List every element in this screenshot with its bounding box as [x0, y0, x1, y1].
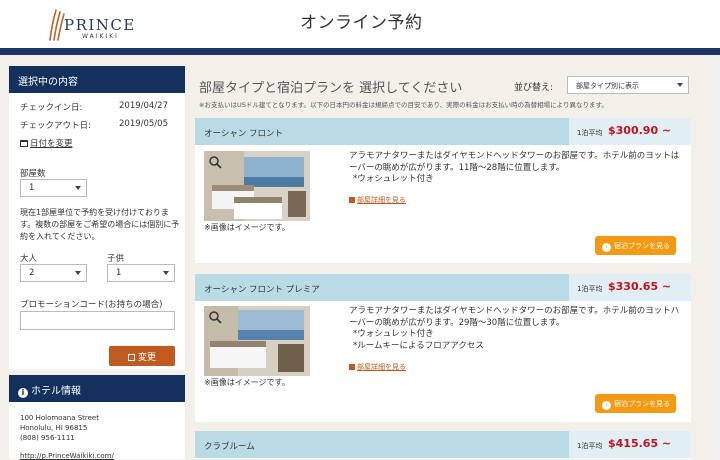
room-price: $300.90 ~ [608, 124, 672, 137]
room-name: クラブルーム [204, 442, 255, 452]
photo-caption: ※画像はイメージです。 [204, 223, 290, 232]
edit-icon [127, 354, 135, 361]
selection-panel-title: 選択中の内容 [9, 66, 185, 93]
price-box: 1泊平均 $415.65 ~ [569, 431, 691, 458]
chevron-right-icon: › [602, 243, 611, 252]
chevron-down-icon [163, 271, 169, 275]
address-line2: Honolulu, HI 96815 [20, 424, 88, 432]
room-details-label: 部屋詳細を見る [357, 363, 406, 371]
rooms-select-value: 1 [29, 183, 35, 193]
address-line1: 100 Holomoana Street [20, 414, 99, 422]
price-label: 1泊平均 [577, 442, 603, 450]
scrollbar[interactable] [710, 55, 720, 459]
chevron-down-icon [75, 271, 81, 275]
room-feature: *ウォシュレット付き [353, 174, 434, 184]
chevron-down-icon [75, 186, 81, 190]
image-icon [349, 197, 355, 203]
promo-code-input[interactable] [20, 311, 175, 330]
adults-select-value: 2 [29, 268, 35, 278]
rooms-select[interactable]: 1 [20, 179, 87, 197]
hotel-phone: (808) 956-1111 [20, 434, 75, 442]
header: PRINCE WAIKIKI オンライン予約 [0, 0, 720, 48]
room-card: オーシャン フロント 1泊平均 $300.90 ~ ※画像はイメージです。 アラ… [195, 118, 691, 263]
adults-select[interactable]: 2 [20, 264, 87, 282]
checkin-value: 2019/04/27 [119, 101, 168, 111]
header-divider [0, 48, 720, 55]
zoom-icon[interactable] [208, 155, 222, 169]
hotel-info-title: i ホテル情報 [9, 375, 185, 402]
rooms-note: 現在1部屋単位で予約を受け付けております。複数の部屋をご希望の場合には個別に予約… [20, 208, 180, 241]
room-photo[interactable] [204, 306, 310, 376]
room-name: オーシャン フロント プレミア [204, 285, 320, 295]
zoom-icon[interactable] [208, 310, 222, 324]
checkout-label: チェックアウト日: [20, 121, 91, 131]
image-icon [349, 364, 355, 370]
sort-label: 並び替え: [514, 83, 554, 93]
change-button[interactable]: 変更 [109, 346, 175, 366]
photo-caption: ※画像はイメージです。 [204, 378, 290, 387]
currency-disclaimer: ※お支払いはUSドル建てとなります。以下の日本円の料金は規締点での目安であり、実… [199, 101, 608, 109]
room-details-label: 部屋詳細を見る [357, 196, 406, 204]
calendar-icon [20, 140, 28, 147]
brand-name[interactable]: PRINCE [64, 16, 136, 34]
rooms-label: 部屋数 [20, 169, 46, 179]
main-title: 部屋タイプと宿泊プランを 選択してください [199, 81, 463, 96]
room-details-link[interactable]: 部屋詳細を見る [349, 362, 406, 372]
room-feature: *ウォシュレット付き [353, 329, 434, 339]
price-box: 1泊平均 $330.65 ~ [569, 274, 691, 301]
room-card-header: オーシャン フロント プレミア 1泊平均 $330.65 ~ [195, 274, 691, 301]
chevron-down-icon [677, 83, 683, 87]
brand-sub: WAIKIKI [82, 33, 119, 40]
room-card-header: クラブルーム 1泊平均 $415.65 ~ [195, 431, 691, 458]
room-price: $415.65 ~ [608, 437, 672, 450]
view-plans-label: 宿泊プランを見る [614, 242, 670, 250]
chevron-right-icon: › [602, 401, 611, 410]
room-card-header: オーシャン フロント 1泊平均 $300.90 ~ [195, 118, 691, 145]
price-label: 1泊平均 [577, 285, 603, 293]
sort-select-value: 部屋タイプ別に表示 [576, 82, 639, 90]
room-price: $330.65 ~ [608, 280, 672, 293]
sort-select[interactable]: 部屋タイプ別に表示 [567, 76, 689, 94]
room-desc-text: アラモアナタワーまたはダイヤモンドヘッドタワーのお部屋です。ホテル前のヨットはー… [349, 151, 680, 173]
room-card: クラブルーム 1泊平均 $415.65 ~ [195, 431, 691, 459]
price-box: 1泊平均 $300.90 ~ [569, 118, 691, 145]
change-button-label: 変更 [137, 353, 156, 363]
children-label: 子供 [107, 254, 125, 264]
room-details-link[interactable]: 部屋詳細を見る [349, 195, 406, 205]
view-plans-label: 宿泊プランを見る [614, 400, 670, 408]
page-title: オンライン予約 [300, 13, 423, 33]
view-plans-button[interactable]: › 宿泊プランを見る [595, 236, 676, 255]
adults-label: 大人 [20, 254, 38, 264]
room-description: アラモアナタワーまたはダイヤモンドヘッドタワーのお部屋です。ホテル前のヨットハー… [349, 306, 682, 352]
price-label: 1泊平均 [577, 129, 603, 137]
view-plans-button[interactable]: › 宿泊プランを見る [595, 394, 676, 413]
checkout-value: 2019/05/05 [119, 119, 168, 129]
room-name: オーシャン フロント [204, 129, 284, 139]
room-description: アラモアナタワーまたはダイヤモンドヘッドタワーのお部屋です。ホテル前のヨットはー… [349, 151, 682, 186]
room-feature: *ルームキーによるフロアアクセス [353, 340, 484, 351]
promo-label: プロモーションコード(お持ちの場合) [20, 300, 163, 310]
room-desc-text: アラモアナタワーまたはダイヤモンドヘッドタワーのお部屋です。ホテル前のヨットハー… [349, 306, 680, 328]
hotel-info-label: ホテル情報 [31, 386, 81, 397]
children-select-value: 1 [116, 268, 122, 278]
room-photo[interactable] [204, 151, 310, 221]
children-select[interactable]: 1 [107, 264, 175, 282]
checkin-label: チェックイン日: [20, 103, 83, 113]
room-card: オーシャン フロント プレミア 1泊平均 $330.65 ~ ※画像はイメージで… [195, 274, 691, 422]
change-dates-link[interactable]: 日付を変更 [20, 137, 73, 149]
change-dates-label: 日付を変更 [30, 139, 73, 149]
info-icon: i [18, 388, 28, 398]
